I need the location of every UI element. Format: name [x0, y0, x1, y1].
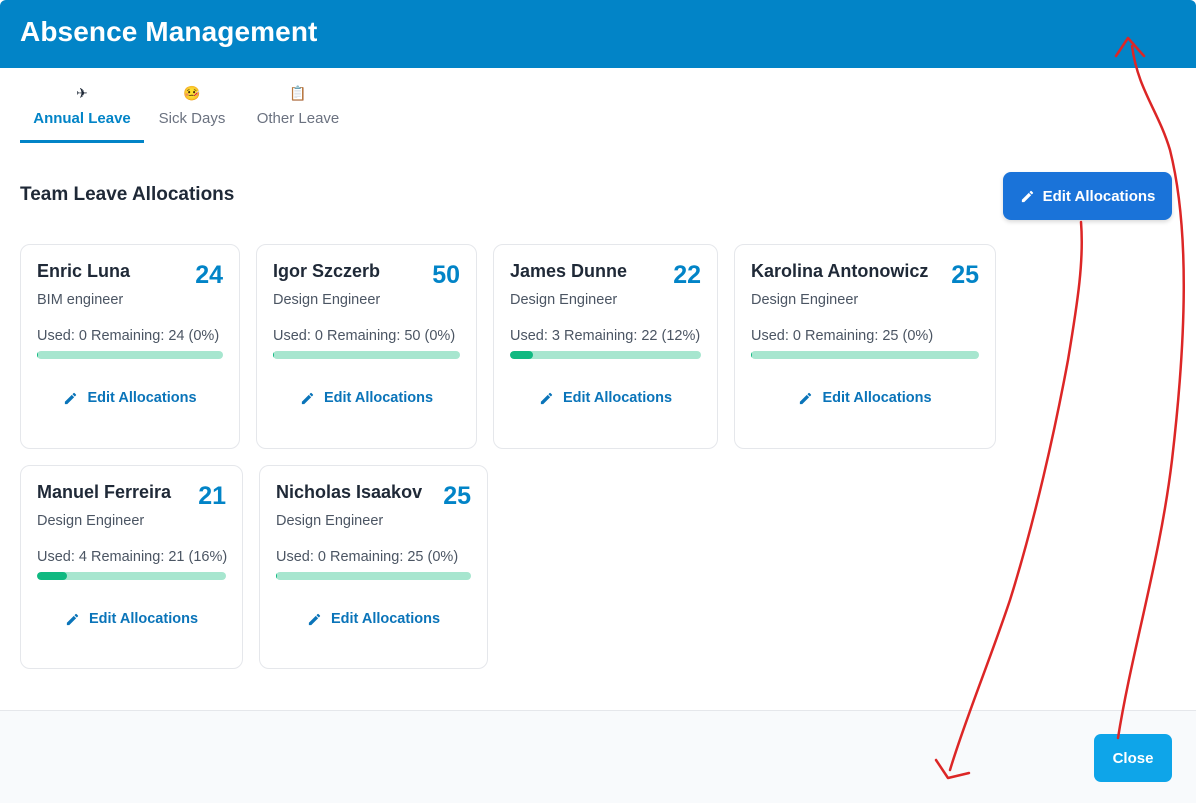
card-edit-label: Edit Allocations: [822, 390, 932, 406]
usage-progress-bar: [273, 351, 460, 359]
employee-role: Design Engineer: [273, 292, 381, 308]
tab-sick-days[interactable]: 🤒 Sick Days: [152, 82, 232, 140]
pencil-icon: [308, 613, 321, 625]
total-days: 21: [198, 482, 226, 510]
usage-progress-fill: [510, 351, 533, 359]
pencil-icon: [1021, 190, 1033, 202]
tab-label: Other Leave: [256, 110, 340, 127]
pencil-icon: [65, 392, 77, 404]
tab-other-leave[interactable]: 📋 Other Leave: [250, 82, 346, 140]
employee-role: Design Engineer: [276, 513, 384, 529]
employee-role: Design Engineer: [510, 292, 618, 308]
employee-card: Igor Szczerb 50 Design Engineer Used: 0 …: [256, 244, 477, 449]
card-edit-allocations-link[interactable]: Edit Allocations: [257, 390, 476, 406]
pencil-icon: [301, 392, 314, 404]
card-edit-allocations-link[interactable]: Edit Allocations: [260, 611, 487, 627]
annotation-stroke-right: [1116, 44, 1185, 740]
sick-face-icon: 🤒: [183, 85, 201, 101]
usage-progress-bar: [37, 572, 226, 580]
modal-footer: [0, 710, 1196, 803]
usage-text: Used: 0 Remaining: 25 (0%): [276, 549, 459, 565]
tab-label: Annual Leave: [33, 110, 131, 127]
usage-progress-bar: [510, 351, 701, 359]
usage-progress-bar: [751, 351, 979, 359]
employee-card: Enric Luna 24 BIM engineer Used: 0 Remai…: [20, 244, 240, 449]
employee-name: Karolina Antonowicz: [751, 261, 929, 281]
total-days: 25: [443, 482, 471, 510]
modal-header: Absence Management: [0, 0, 1196, 68]
employee-name: Igor Szczerb: [273, 261, 381, 281]
pencil-icon: [66, 613, 79, 625]
employee-role: Design Engineer: [37, 513, 145, 529]
employee-card: Karolina Antonowicz 25 Design Engineer U…: [734, 244, 996, 449]
page-title: Absence Management: [20, 16, 318, 47]
employee-card: Manuel Ferreira 21 Design Engineer Used:…: [20, 465, 243, 669]
card-edit-allocations-link[interactable]: Edit Allocations: [21, 390, 239, 406]
section-title: Team Leave Allocations: [20, 184, 235, 205]
usage-progress-fill: [276, 572, 278, 580]
employee-role: Design Engineer: [751, 292, 859, 308]
usage-progress-bar: [276, 572, 471, 580]
employee-card: James Dunne 22 Design Engineer Used: 3 R…: [493, 244, 718, 449]
usage-text: Used: 3 Remaining: 22 (12%): [510, 328, 701, 344]
close-button[interactable]: Close: [1094, 734, 1172, 782]
usage-progress-fill: [37, 351, 39, 359]
employee-name: Nicholas Isaakov: [276, 482, 423, 502]
pencil-icon: [800, 392, 812, 404]
card-edit-label: Edit Allocations: [562, 390, 673, 406]
usage-progress-fill: [273, 351, 275, 359]
employee-name: Enric Luna: [37, 261, 131, 281]
card-edit-label: Edit Allocations: [87, 390, 197, 406]
employee-card: Nicholas Isaakov 25 Design Engineer Used…: [259, 465, 488, 669]
usage-text: Used: 4 Remaining: 21 (16%): [37, 549, 228, 565]
edit-allocations-button[interactable]: Edit Allocations: [1003, 172, 1172, 220]
airplane-icon: ✈: [76, 85, 88, 101]
usage-text: Used: 0 Remaining: 24 (0%): [37, 328, 220, 344]
usage-text: Used: 0 Remaining: 25 (0%): [751, 328, 934, 344]
total-days: 50: [432, 261, 460, 289]
usage-progress-fill: [37, 572, 68, 580]
card-edit-allocations-link[interactable]: Edit Allocations: [21, 611, 242, 627]
total-days: 24: [195, 261, 223, 289]
card-edit-label: Edit Allocations: [88, 611, 199, 627]
usage-text: Used: 0 Remaining: 50 (0%): [273, 328, 456, 344]
total-days: 22: [673, 261, 701, 289]
card-edit-allocations-link[interactable]: Edit Allocations: [494, 390, 717, 406]
employee-name: James Dunne: [510, 261, 628, 281]
card-edit-label: Edit Allocations: [330, 611, 441, 627]
employee-role: BIM engineer: [37, 292, 124, 308]
pencil-icon: [540, 392, 553, 404]
tab-label: Sick Days: [158, 110, 226, 127]
tab-annual-leave[interactable]: ✈ Annual Leave: [20, 82, 144, 143]
total-days: 25: [951, 261, 979, 289]
usage-progress-bar: [37, 351, 223, 359]
card-edit-allocations-link[interactable]: Edit Allocations: [735, 390, 995, 406]
usage-progress-fill: [751, 351, 753, 359]
clipboard-icon: 📋: [289, 85, 307, 101]
employee-name: Manuel Ferreira: [37, 482, 172, 502]
card-edit-label: Edit Allocations: [323, 390, 434, 406]
edit-allocations-label: Edit Allocations: [1042, 187, 1156, 205]
